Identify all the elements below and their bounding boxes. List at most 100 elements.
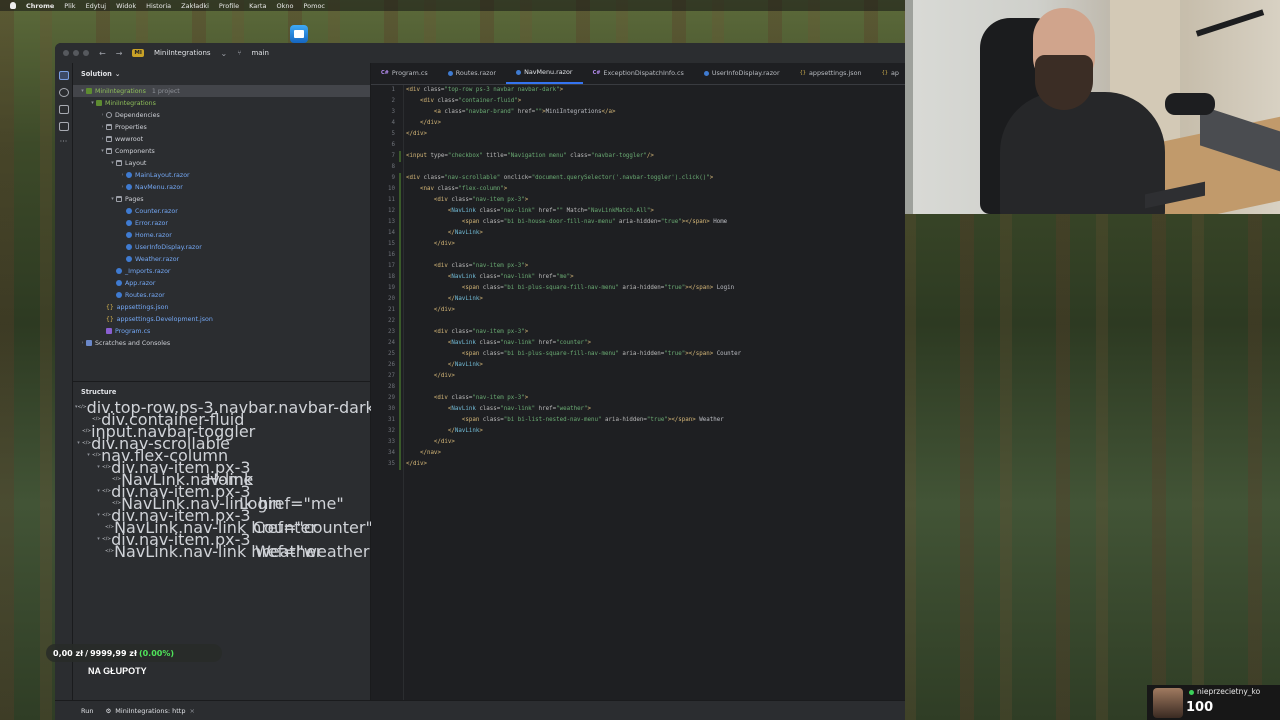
commit-tool-icon[interactable] xyxy=(58,88,69,97)
code-line[interactable] xyxy=(404,316,905,327)
chevron-right-icon[interactable]: › xyxy=(99,112,106,118)
code-line[interactable]: </div> xyxy=(404,118,905,129)
structure-item[interactable]: </> NavLink.nav-link href="weather" Weathe… xyxy=(73,542,377,561)
code-line[interactable]: <input type="checkbox" title="Navigation… xyxy=(404,151,905,162)
tree-item[interactable]: ▾ MiniIntegrations 1 project xyxy=(73,85,370,97)
branch-selector[interactable]: main xyxy=(251,49,269,57)
chevron-right-icon[interactable]: › xyxy=(119,184,126,190)
tree-item[interactable]: _Imports.razor xyxy=(73,265,370,277)
code-view[interactable]: 1 2 3 4 5 6 7 8 9 10 11 12 13 14 15 16 17 18 19 20 21 22 23 24 2… xyxy=(371,85,905,700)
menubar-item-history[interactable]: Historia xyxy=(146,2,171,10)
code-line[interactable]: <div class="container-fluid"> xyxy=(404,96,905,107)
tree-item[interactable]: ▾ MiniIntegrations xyxy=(73,97,370,109)
code-line[interactable]: <NavLink class="nav-link" href="counter"… xyxy=(404,338,905,349)
code-line[interactable]: </NavLink> xyxy=(404,426,905,437)
chevron-down-icon[interactable]: ▾ xyxy=(99,148,106,154)
minimize-window-button[interactable] xyxy=(73,50,79,56)
tab-ap[interactable]: {} ap xyxy=(872,63,905,84)
forward-arrow-icon[interactable]: → xyxy=(116,49,123,58)
notifications-tool-icon[interactable] xyxy=(58,105,69,114)
code-text-area[interactable]: <div class="top-row ps-3 navbar navbar-d… xyxy=(403,85,905,700)
tree-item[interactable]: Routes.razor xyxy=(73,289,370,301)
menubar-item-profiles[interactable]: Profile xyxy=(219,2,239,10)
code-line[interactable]: <div class="nav-item px-3"> xyxy=(404,261,905,272)
back-arrow-icon[interactable]: ← xyxy=(99,49,106,58)
run-config-tab[interactable]: ⚙ MiniIntegrations: http × xyxy=(105,707,194,715)
tree-item[interactable]: UserInfoDisplay.razor xyxy=(73,241,370,253)
tree-item[interactable]: › NavMenu.razor xyxy=(73,181,370,193)
menubar-app-name[interactable]: Chrome xyxy=(26,2,54,10)
chevron-down-icon[interactable]: ▾ xyxy=(109,196,116,202)
chevron-down-icon[interactable]: ▾ xyxy=(95,536,102,542)
structure-tool-icon[interactable] xyxy=(58,122,69,131)
menubar-item-window[interactable]: Okno xyxy=(276,2,293,10)
chevron-down-icon[interactable]: ▾ xyxy=(109,160,116,166)
chevron-right-icon[interactable]: › xyxy=(99,124,106,130)
chevron-down-icon[interactable]: ▾ xyxy=(95,488,102,494)
code-line[interactable]: </NavLink> xyxy=(404,360,905,371)
tree-item[interactable]: App.razor xyxy=(73,277,370,289)
tree-item[interactable]: Home.razor xyxy=(73,229,370,241)
code-line[interactable]: <div class="top-row ps-3 navbar navbar-d… xyxy=(404,85,905,96)
menubar-item-help[interactable]: Pomoc xyxy=(303,2,325,10)
close-window-button[interactable] xyxy=(63,50,69,56)
menubar-item-tab[interactable]: Karta xyxy=(249,2,266,10)
menubar-item-file[interactable]: Plik xyxy=(64,2,75,10)
apple-icon[interactable] xyxy=(10,2,16,9)
code-line[interactable]: </NavLink> xyxy=(404,294,905,305)
run-tab[interactable]: Run xyxy=(81,707,93,715)
code-line[interactable]: <NavLink class="nav-link" href="" Match=… xyxy=(404,206,905,217)
tab-program-cs[interactable]: C# Program.cs xyxy=(371,63,438,84)
chevron-down-icon[interactable]: ▾ xyxy=(85,452,92,458)
menubar-item-view[interactable]: Widok xyxy=(116,2,136,10)
tree-item[interactable]: › Properties xyxy=(73,121,370,133)
code-line[interactable]: <div class="nav-scrollable" onclick="doc… xyxy=(404,173,905,184)
tree-item[interactable]: › MainLayout.razor xyxy=(73,169,370,181)
code-line[interactable]: <nav class="flex-column"> xyxy=(404,184,905,195)
code-line[interactable]: </div> xyxy=(404,459,905,470)
tab-appsettings-json[interactable]: {} appsettings.json xyxy=(790,63,872,84)
tree-item[interactable]: Weather.razor xyxy=(73,253,370,265)
tree-item[interactable]: ▾ Pages xyxy=(73,193,370,205)
menubar-item-bookmarks[interactable]: Zakładki xyxy=(181,2,209,10)
code-line[interactable] xyxy=(404,382,905,393)
code-line[interactable]: <span class="bi bi-list-nested-nav-menu"… xyxy=(404,415,905,426)
tab-navmenu-razor[interactable]: NavMenu.razor xyxy=(506,63,583,84)
code-line[interactable]: </div> xyxy=(404,437,905,448)
code-line[interactable]: <div class="nav-item px-3"> xyxy=(404,195,905,206)
menubar-item-edit[interactable]: Edytuj xyxy=(86,2,107,10)
solution-header[interactable]: Solution ⌄ xyxy=(73,63,370,85)
tree-item[interactable]: Error.razor xyxy=(73,217,370,229)
chevron-right-icon[interactable]: › xyxy=(79,340,86,346)
tree-item[interactable]: ▾ Components xyxy=(73,145,370,157)
project-selector[interactable]: MiniIntegrations xyxy=(154,49,211,57)
tree-item[interactable]: › Dependencies xyxy=(73,109,370,121)
code-line[interactable]: <div class="nav-item px-3"> xyxy=(404,327,905,338)
tree-item[interactable]: › Scratches and Consoles xyxy=(73,337,370,349)
tree-item[interactable]: {} appsettings.json xyxy=(73,301,370,313)
chevron-down-icon[interactable]: ▾ xyxy=(89,100,96,106)
tree-item[interactable]: ▾ Layout xyxy=(73,157,370,169)
chevron-right-icon[interactable]: › xyxy=(99,136,106,142)
code-line[interactable]: <NavLink class="nav-link" href="me"> xyxy=(404,272,905,283)
code-line[interactable]: <div class="nav-item px-3"> xyxy=(404,393,905,404)
code-line[interactable]: <span class="bi bi-house-door-fill-nav-m… xyxy=(404,217,905,228)
code-line[interactable]: </NavLink> xyxy=(404,228,905,239)
code-line[interactable]: <a class="navbar-brand" href="">MiniInte… xyxy=(404,107,905,118)
code-line[interactable]: </div> xyxy=(404,129,905,140)
code-line[interactable] xyxy=(404,162,905,173)
close-icon[interactable]: × xyxy=(189,707,194,715)
chevron-down-icon[interactable]: ▾ xyxy=(75,440,82,446)
chevron-down-icon[interactable]: ▾ xyxy=(95,464,102,470)
more-tools-icon[interactable]: ··· xyxy=(59,138,69,148)
code-line[interactable]: </nav> xyxy=(404,448,905,459)
tree-item[interactable]: Program.cs xyxy=(73,325,370,337)
code-line[interactable]: </div> xyxy=(404,371,905,382)
project-tool-icon[interactable] xyxy=(58,71,69,80)
tab-routes-razor[interactable]: Routes.razor xyxy=(438,63,506,84)
tab-userinfodisplay-razor[interactable]: UserInfoDisplay.razor xyxy=(694,63,790,84)
calendar-app-icon[interactable] xyxy=(290,25,308,43)
code-line[interactable]: <span class="bi bi-plus-square-fill-nav-… xyxy=(404,283,905,294)
code-line[interactable]: <span class="bi bi-plus-square-fill-nav-… xyxy=(404,349,905,360)
chevron-down-icon[interactable]: ▾ xyxy=(79,88,86,94)
